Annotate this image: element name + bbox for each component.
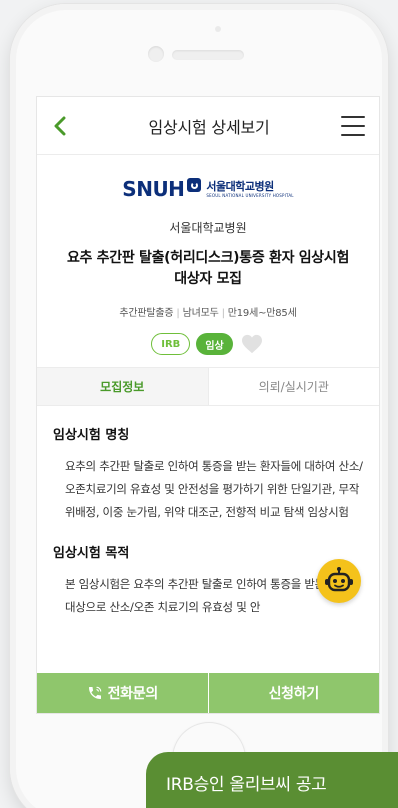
- favorite-button[interactable]: [239, 333, 265, 355]
- phone-camera: [148, 46, 164, 62]
- call-inquiry-label: 전화문의: [107, 686, 159, 702]
- section-title-name: 임상시험 명칭: [53, 428, 130, 443]
- study-title: 요추 추간판 탈출(허리디스크)통증 환자 임상시험 대상자 모집: [66, 250, 350, 287]
- irb-badge: IRB: [151, 333, 191, 355]
- logo-text-en: SNUH: [122, 177, 185, 201]
- tag-age: 만19세~만85세: [227, 308, 297, 319]
- back-button[interactable]: [53, 114, 77, 138]
- logo-ko-sub: SEOUL NATIONAL UNIVERSITY HOSPITAL: [206, 192, 294, 198]
- phone-speaker: [172, 50, 244, 60]
- tab-institutions[interactable]: 의뢰/실시기관: [207, 368, 379, 405]
- chevron-left-icon: [54, 116, 66, 135]
- badge-row: IRB 임상: [53, 333, 363, 355]
- call-inquiry-button[interactable]: 전화문의: [37, 673, 208, 713]
- content-fade: [37, 649, 379, 673]
- logo-emblem-icon: [187, 178, 202, 192]
- logo-ko-name: 서울대학교병원: [206, 179, 274, 193]
- bottom-action-bar: 전화문의 신청하기: [37, 673, 379, 713]
- hospital-name: 서울대학교병원: [169, 221, 247, 235]
- clinical-badge: 임상: [196, 333, 233, 355]
- promo-banner[interactable]: IRB승인 올리브씨 공고: [146, 752, 398, 808]
- app-screen: 임상시험 상세보기 SNUH 서울대학교병원 SEOUL NATIONAL UN…: [36, 96, 380, 714]
- study-summary: SNUH 서울대학교병원 SEOUL NATIONAL UNIVERSITY H…: [37, 155, 379, 368]
- section-title-purpose: 임상시험 목적: [53, 546, 130, 561]
- logo-text-ko: 서울대학교병원 SEOUL NATIONAL UNIVERSITY HOSPIT…: [206, 181, 293, 198]
- menu-line: [340, 133, 365, 136]
- tag-gender: 남녀모두: [182, 308, 219, 319]
- app-header: 임상시험 상세보기: [37, 97, 379, 155]
- study-tags: 추간판탈출증 | 남녀모두 | 만19세~만85세: [119, 308, 297, 319]
- menu-line: [340, 115, 365, 118]
- apply-button[interactable]: 신청하기: [207, 673, 379, 713]
- tab-recruitment-info[interactable]: 모집정보: [37, 368, 208, 405]
- section-body-name: 요추의 추간판 탈출로 인하여 통증을 받는 환자들에 대하여 산소/오존치료기…: [65, 459, 363, 519]
- tag-condition: 추간판탈출증: [119, 308, 174, 319]
- hospital-logo: SNUH 서울대학교병원 SEOUL NATIONAL UNIVERSITY H…: [122, 177, 293, 201]
- menu-line: [340, 124, 365, 127]
- phone-icon: [88, 686, 101, 699]
- phone-sensor: [215, 26, 221, 32]
- page-title: 임상시험 상세보기: [148, 117, 270, 137]
- chatbot-button[interactable]: [317, 559, 361, 603]
- heart-icon: [241, 334, 262, 354]
- chatbot-icon: [325, 567, 353, 592]
- tab-bar: 모집정보 의뢰/실시기관: [37, 368, 379, 406]
- hamburger-menu-icon[interactable]: [340, 115, 365, 136]
- apply-label: 신청하기: [268, 686, 320, 702]
